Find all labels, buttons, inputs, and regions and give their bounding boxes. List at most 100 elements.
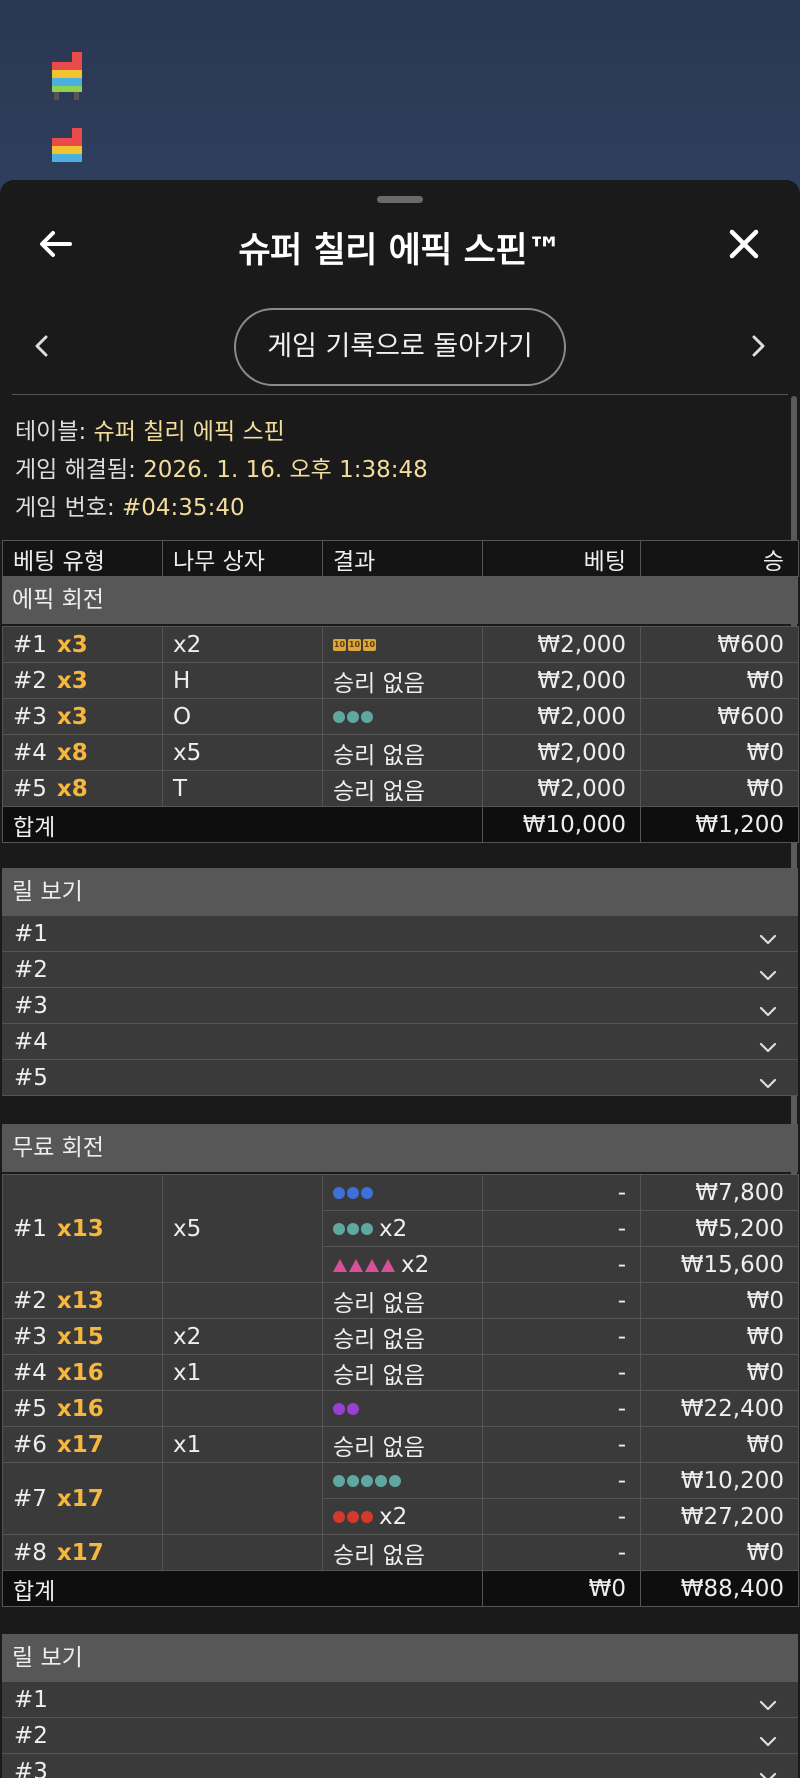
game-history-sheet: 슈퍼 칠리 에픽 스핀™ 게임 기록으로 돌아가기 테이블: 슈퍼 칠리 에픽 … [0,180,800,1778]
total-row: 합계 ₩0 ₩88,400 [2,1570,799,1607]
back-arrow-icon[interactable] [36,224,76,264]
info-game-number: 게임 번호: #04:35:40 [15,495,245,521]
spin-number: #2 [13,1287,47,1314]
total-win: ₩1,200 [640,806,799,843]
table-row: #7 x17 - ₩10,200 [2,1462,799,1535]
win-cell: ₩0 [640,734,799,771]
reel-row-4[interactable]: #4 [2,1024,798,1060]
section-reel-view[interactable]: 릴 보기 [2,868,798,916]
coin-icon: 10 [363,639,376,651]
result-cell [322,1462,483,1499]
purple-ball-2-symbol-icon [333,1403,359,1415]
col-bet-type: 베팅 유형 [2,540,163,577]
reel-row-2[interactable]: #2 [2,952,798,988]
chevron-down-icon [758,1068,778,1089]
col-result: 결과 [322,540,483,577]
spin-number: #7 [13,1485,47,1512]
bet-type-cell: #7 x17 [2,1462,163,1535]
reel-label: #3 [14,1759,48,1778]
result-cell: x2 [322,1498,483,1535]
red-symbol-icon [333,1511,345,1523]
chevron-down-icon [758,924,778,945]
chevron-down-icon [758,996,778,1017]
wooden-box-cell: H [162,662,323,699]
win-cell: ₩0 [640,1426,799,1463]
win-cell: ₩600 [640,626,799,663]
wooden-box-cell: x1 [162,1354,323,1391]
section-reel-view[interactable]: 릴 보기 [2,1634,798,1682]
reel-row-3[interactable]: #3 [2,1754,798,1778]
result-cell: 승리 없음 [322,1534,483,1571]
symbol-count: x2 [379,1215,408,1242]
total-label: 합계 [2,806,483,843]
info-table: 테이블: 슈퍼 칠리 에픽 스핀 [15,419,285,445]
close-icon[interactable] [724,224,764,264]
table-row: #2 x3 H 승리 없음 ₩2,000 ₩0 [2,662,799,699]
column-header: 베팅 유형 나무 상자 결과 베팅 승 [2,540,799,577]
teal-ball-5-symbol-icon [333,1475,401,1487]
reel-row-3[interactable]: #3 [2,988,798,1024]
bet-cell: - [482,1390,641,1427]
chevron-down-icon [758,1032,778,1053]
chevron-down-icon [758,1690,778,1711]
reel-label: #1 [14,921,48,947]
wooden-box-cell: x5 [162,734,323,771]
result-cell: 승리 없음 [322,1282,483,1319]
multiplier-badge: x13 [56,1287,104,1314]
teal-symbol-icon [389,1475,401,1487]
bet-cell: - [482,1426,641,1463]
table-row: #6 x17 x1 승리 없음 - ₩0 [2,1426,799,1463]
reel-row-1[interactable]: #1 [2,1682,798,1718]
result-cell [322,698,483,735]
teal-symbol-icon [347,1223,359,1235]
reel-row-2[interactable]: #2 [2,1718,798,1754]
coin-icon: 10 [333,639,346,651]
teal-ball-3-symbol-icon [333,1223,373,1235]
drag-handle[interactable] [377,196,423,203]
chip-symbol-icon: 10 10 10 [333,639,376,651]
spin-number: #1 [13,1215,47,1242]
purple-symbol-icon [333,1403,345,1415]
result-cell: 승리 없음 [322,1318,483,1355]
teal-symbol-icon [361,711,373,723]
bet-type-cell: #2 x3 [2,662,163,699]
bet-cell: ₩2,000 [482,698,641,735]
round-navigation: 게임 기록으로 돌아가기 [0,308,800,386]
bet-cell: - [482,1498,641,1535]
multiplier-badge: x16 [56,1359,104,1386]
teal-ball-3-symbol-icon [333,711,373,723]
chevron-right-icon[interactable] [740,328,776,364]
wooden-box-cell: x2 [162,1318,323,1355]
back-to-history-button[interactable]: 게임 기록으로 돌아가기 [234,308,566,386]
reel-row-5[interactable]: #5 [2,1060,798,1096]
bet-type-cell: #1 x13 [2,1174,163,1283]
wooden-box-cell: O [162,698,323,735]
coin-icon: 10 [348,639,361,651]
result-cell: 10 10 10 [322,626,483,663]
result-cell [322,1174,483,1211]
win-cell: ₩7,800 [640,1174,799,1211]
table-row: #4 x16 x1 승리 없음 - ₩0 [2,1354,799,1391]
table-row: #4 x8 x5 승리 없음 ₩2,000 ₩0 [2,734,799,771]
epic-spins-table: #1 x3 x2 10 10 10 ₩2,000 ₩600 #2 x3 H 승리 없음 ₩2,000 ₩0… [2,626,799,843]
bet-type-cell: #8 x17 [2,1534,163,1571]
chevron-left-icon[interactable] [24,328,60,364]
result-cell [322,1390,483,1427]
wooden-box-cell: T [162,770,323,807]
teal-symbol-icon [333,711,345,723]
reel-label: #4 [14,1029,48,1055]
header: 슈퍼 칠리 에픽 스핀™ [0,210,800,280]
result-cell: 승리 없음 [322,1354,483,1391]
table-row: #2 x13 승리 없음 - ₩0 [2,1282,799,1319]
pinata-icon [44,128,90,180]
wooden-box-cell [162,1534,323,1571]
table-row: #1 x13 x5- ₩7,800 [2,1174,799,1283]
wooden-box-cell: x2 [162,626,323,663]
bet-cell: - [482,1462,641,1499]
total-bet: ₩10,000 [482,806,641,843]
multiplier-badge: x3 [56,703,88,730]
multiplier-badge: x8 [56,739,88,766]
reel-row-1[interactable]: #1 [2,916,798,952]
divider [12,394,788,395]
bet-cell: - [482,1246,641,1283]
